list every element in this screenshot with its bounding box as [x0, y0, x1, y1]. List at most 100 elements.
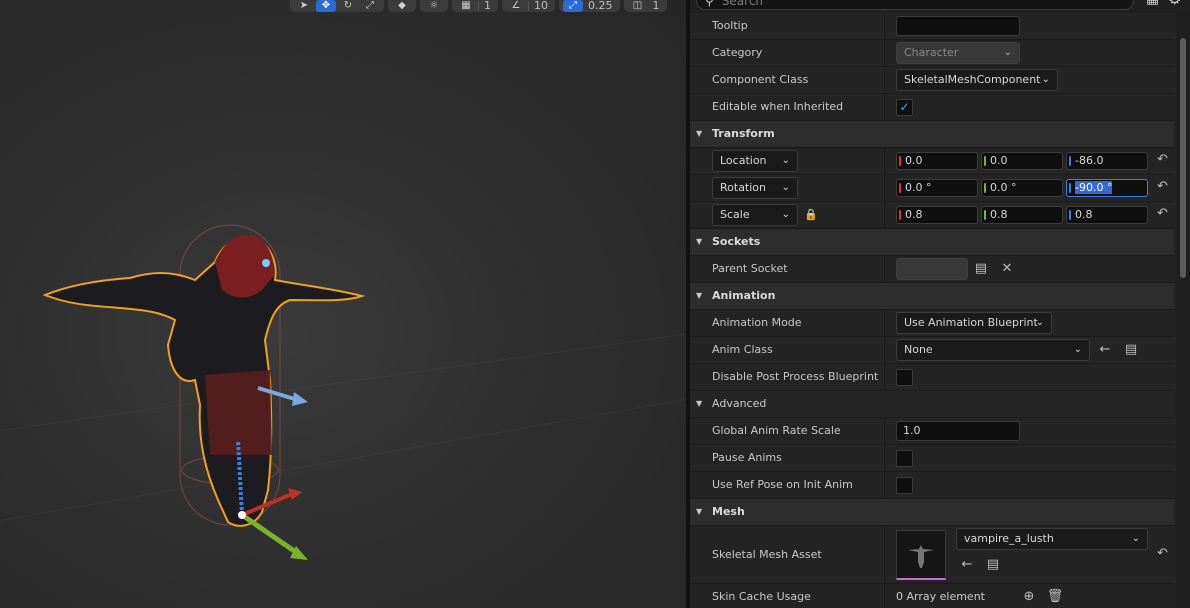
- reset-to-default-icon[interactable]: ↶: [1157, 207, 1171, 221]
- property-list: Tooltip Category Character ⌄ Component C…: [690, 13, 1174, 608]
- property-row-rotation: Rotation ⌄ 0.0 ° 0.0 ° -90.0 ° ↶: [690, 175, 1174, 202]
- ref-pose-label: Use Ref Pose on Init Anim: [712, 478, 853, 491]
- scale-z-field[interactable]: 0.8: [1066, 206, 1148, 224]
- property-row-tooltip: Tooltip: [690, 13, 1174, 40]
- property-row-animation-mode: Animation Mode Use Animation Blueprint ⌄: [690, 310, 1174, 337]
- category-combo: Character ⌄: [896, 42, 1020, 64]
- anim-class-label: Anim Class: [712, 343, 773, 356]
- editable-inherited-checkbox[interactable]: ✓: [896, 99, 913, 116]
- property-row-skin-cache: Skin Cache Usage 0 Array element ⊕ 🗑: [690, 584, 1174, 608]
- chevron-down-icon: ⌄: [781, 182, 790, 193]
- property-row-editable-inherited: Editable when Inherited ✓: [690, 94, 1174, 121]
- skeletal-mesh-thumbnail[interactable]: [896, 530, 946, 580]
- scale-mode-combo[interactable]: Scale ⌄: [712, 204, 798, 226]
- rotation-z-field[interactable]: -90.0 °: [1066, 179, 1148, 197]
- category-advanced[interactable]: ▼ Advanced: [690, 391, 1174, 418]
- ref-pose-checkbox[interactable]: [896, 477, 913, 494]
- tooltip-field[interactable]: [896, 16, 1020, 36]
- skeletal-mesh-combo[interactable]: vampire_a_lusth ⌄: [956, 528, 1148, 550]
- skin-cache-value: 0 Array element: [896, 590, 985, 603]
- property-row-ref-pose: Use Ref Pose on Init Anim: [690, 472, 1174, 499]
- chevron-down-icon: ⌄: [1073, 344, 1082, 355]
- property-row-global-anim-rate: Global Anim Rate Scale 1.0: [690, 418, 1174, 445]
- chevron-down-icon: ⌄: [1041, 74, 1050, 85]
- browse-socket-icon[interactable]: ▤: [972, 260, 990, 278]
- settings-gear-icon[interactable]: ⚙: [1168, 0, 1184, 8]
- category-transform[interactable]: ▼ Transform: [690, 121, 1174, 148]
- property-matrix-icon[interactable]: ▦: [1146, 0, 1162, 8]
- search-bar: ⚲ Search ▦ ⚙: [690, 0, 1190, 14]
- reset-to-default-icon[interactable]: ↶: [1157, 153, 1171, 167]
- animation-mode-value: Use Animation Blueprint: [904, 316, 1038, 329]
- clear-icon[interactable]: ✕: [998, 260, 1016, 278]
- character-mesh: [42, 235, 366, 527]
- property-row-scale: Scale ⌄ 🔒 0.8 0.8 0.8 ↶: [690, 202, 1174, 229]
- pause-anims-checkbox[interactable]: [896, 450, 913, 467]
- component-class-combo[interactable]: SkeletalMeshComponent ⌄: [896, 69, 1058, 91]
- rotation-mode-combo[interactable]: Rotation ⌄: [712, 177, 798, 199]
- animation-mode-combo[interactable]: Use Animation Blueprint ⌄: [896, 312, 1052, 334]
- category-sockets[interactable]: ▼ Sockets: [690, 229, 1174, 256]
- reset-to-default-icon[interactable]: ↶: [1157, 180, 1171, 194]
- scale-mode-label: Scale: [720, 208, 750, 221]
- parent-socket-field: [896, 258, 968, 280]
- component-class-label: Component Class: [712, 73, 809, 86]
- disable-post-process-label: Disable Post Process Blueprint: [712, 370, 879, 383]
- viewport[interactable]: ➤ ✥ ↻ ⤢ ◆ ☼ ▦ 1 ∠ 10 ⤢ 0.25 ◫ 1: [0, 0, 686, 608]
- global-anim-rate-label: Global Anim Rate Scale: [712, 424, 841, 437]
- add-element-icon[interactable]: ⊕: [1020, 588, 1038, 606]
- mesh-header: Mesh: [712, 505, 745, 518]
- trash-icon[interactable]: 🗑: [1046, 588, 1064, 606]
- use-selected-asset-icon[interactable]: ←: [958, 556, 976, 574]
- rotation-y-field[interactable]: 0.0 °: [981, 179, 1063, 197]
- collapse-arrow-icon: ▼: [696, 291, 703, 300]
- skin-cache-label: Skin Cache Usage: [712, 590, 811, 603]
- property-row-skeletal-mesh: Skeletal Mesh Asset vampire_a_lusth ⌄ ← …: [690, 526, 1174, 584]
- location-x-field[interactable]: 0.0: [896, 152, 978, 170]
- browse-asset-icon[interactable]: ▤: [984, 556, 1002, 574]
- skeletal-mesh-value: vampire_a_lusth: [964, 532, 1054, 545]
- lock-icon[interactable]: 🔒: [804, 208, 818, 221]
- scrollbar-thumb[interactable]: [1180, 38, 1186, 278]
- chevron-down-icon: ⌄: [781, 155, 790, 166]
- reset-to-default-icon[interactable]: ↶: [1157, 547, 1171, 561]
- disable-post-process-checkbox[interactable]: [896, 369, 913, 386]
- property-row-location: Location ⌄ 0.0 0.0 -86.0 ↶: [690, 148, 1174, 175]
- collapse-arrow-icon: ▼: [696, 399, 703, 408]
- details-scrollbar[interactable]: [1176, 14, 1190, 608]
- search-icon: ⚲: [705, 0, 714, 8]
- collapse-arrow-icon: ▼: [696, 507, 703, 516]
- location-y-field[interactable]: 0.0: [981, 152, 1063, 170]
- global-anim-rate-field[interactable]: 1.0: [896, 421, 1020, 441]
- anim-class-combo[interactable]: None ⌄: [896, 339, 1090, 361]
- collapse-arrow-icon: ▼: [696, 237, 703, 246]
- editable-inherited-label: Editable when Inherited: [712, 100, 844, 113]
- search-input[interactable]: ⚲ Search: [696, 0, 1134, 10]
- chevron-down-icon: ⌄: [1131, 533, 1140, 544]
- component-class-value: SkeletalMeshComponent: [904, 73, 1041, 86]
- property-row-pause-anims: Pause Anims: [690, 445, 1174, 472]
- sockets-header: Sockets: [712, 235, 761, 248]
- category-mesh[interactable]: ▼ Mesh: [690, 499, 1174, 526]
- property-row-disable-post-process: Disable Post Process Blueprint: [690, 364, 1174, 391]
- character-preview[interactable]: [0, 0, 686, 608]
- rotation-x-field[interactable]: 0.0 °: [896, 179, 978, 197]
- category-label: Category: [712, 46, 763, 59]
- rotation-mode-label: Rotation: [720, 181, 767, 194]
- property-row-parent-socket: Parent Socket ▤ ✕: [690, 256, 1174, 283]
- details-panel: ⚲ Search ▦ ⚙ Tooltip Category Character …: [690, 0, 1190, 608]
- scale-y-field[interactable]: 0.8: [981, 206, 1063, 224]
- scale-x-field[interactable]: 0.8: [896, 206, 978, 224]
- browse-asset-icon[interactable]: ▤: [1122, 341, 1140, 359]
- location-mode-combo[interactable]: Location ⌄: [712, 150, 798, 172]
- advanced-header: Advanced: [712, 397, 767, 410]
- chevron-down-icon: ⌄: [781, 209, 790, 220]
- category-animation[interactable]: ▼ Animation: [690, 283, 1174, 310]
- animation-header: Animation: [712, 289, 776, 302]
- parent-socket-label: Parent Socket: [712, 262, 788, 275]
- use-selected-asset-icon[interactable]: ←: [1096, 341, 1114, 359]
- chevron-down-icon: ⌄: [1035, 317, 1044, 328]
- location-z-field[interactable]: -86.0: [1066, 152, 1148, 170]
- search-placeholder: Search: [721, 0, 764, 8]
- property-row-anim-class: Anim Class None ⌄ ← ▤: [690, 337, 1174, 364]
